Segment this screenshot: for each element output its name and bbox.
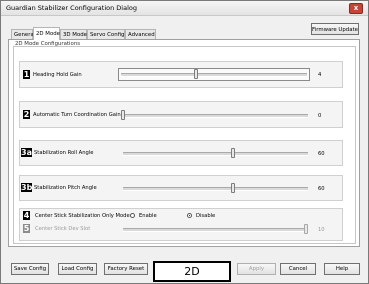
factory-reset-button[interactable]: Factory Reset [104,263,148,275]
heading-hold-slider-track [121,73,307,77]
center-stick-label: Center Stick Stabilization Only Mode [35,213,130,219]
mode-indicator: 2D [153,261,231,282]
enable-radio[interactable] [130,213,135,218]
pitch-angle-slider-thumb[interactable] [230,183,235,193]
group-title: 2D Mode Configurations [15,41,81,47]
marker-badge: 1 [23,70,30,79]
marker-badge: 4 [23,211,30,220]
tab-advanced[interactable]: Advanced [125,29,156,39]
dead-band-value: 10 [318,227,325,233]
roll-angle-slider-thumb[interactable] [230,148,235,158]
tab-3d-mode[interactable]: 3D Mode [60,29,87,39]
roll-angle-label: Stabilization Roll Angle [34,150,94,156]
tab-general[interactable]: General [11,29,35,39]
turn-coordination-label: Automatic Turn Coordination Gain [33,112,121,118]
pitch-angle-label: Stabilization Pitch Angle [34,185,97,191]
pitch-angle-value: 60 [318,186,325,192]
save-config-button[interactable]: Save Config [11,263,49,275]
marker-badge: 2 [23,110,30,119]
heading-hold-label: Heading Hold Gain [33,72,82,78]
roll-angle-slider-track [123,152,308,156]
dead-band-label: Center Stick Dev Slot [35,226,91,232]
help-button[interactable]: Help [324,263,360,275]
window-title: Guardian Stabilizer Configuration Dialog [6,4,137,12]
marker-badge: 3a [21,148,32,157]
pitch-angle-slider-track [123,187,308,191]
turn-coordination-slider-track [123,114,308,118]
roll-angle-value: 60 [318,151,325,157]
marker-badge: 3b [21,183,33,192]
apply-button[interactable]: Apply [237,263,276,275]
dead-band-slider-thumb[interactable] [304,224,308,234]
turn-coordination-value: 0 [318,113,322,119]
heading-hold-value: 4 [318,72,322,78]
load-config-button[interactable]: Load Config [58,263,97,275]
enable-radio-label: Enable [139,213,157,219]
tab-servo-config[interactable]: Servo Config [87,29,125,39]
dead-band-slider-track [123,228,308,232]
title-bar: Guardian Stabilizer Configuration Dialog… [1,1,368,16]
close-button[interactable]: x [349,3,363,14]
disable-radio-label: Disable [196,213,216,219]
turn-coordination-slider-thumb[interactable] [121,110,125,120]
heading-hold-slider-thumb[interactable] [194,69,199,79]
tab-2d-mode[interactable]: 2D Mode [33,27,60,40]
firmware-update-button[interactable]: Firmware Update [311,23,359,35]
cancel-button[interactable]: Cancel [280,263,316,275]
disable-radio[interactable] [187,213,192,218]
marker-badge: 5 [23,224,30,233]
